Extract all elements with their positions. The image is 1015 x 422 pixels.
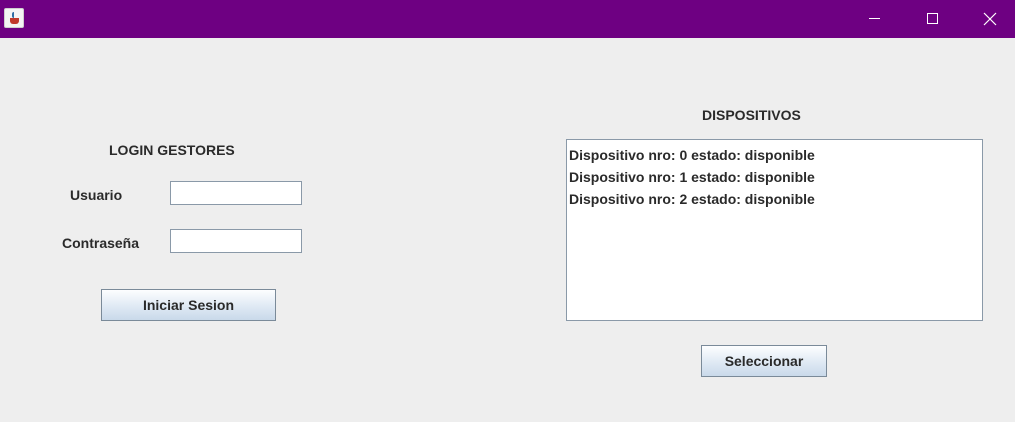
password-field[interactable] — [170, 229, 302, 253]
java-cup-icon[interactable] — [4, 8, 24, 28]
title-bar[interactable] — [0, 0, 1015, 38]
devices-heading: DISPOSITIVOS — [702, 107, 801, 123]
minimize-button[interactable] — [851, 0, 897, 38]
close-icon — [983, 12, 997, 26]
maximize-icon — [927, 13, 938, 24]
minimize-icon — [869, 18, 880, 19]
list-item[interactable]: Dispositivo nro: 2 estado: disponible — [569, 188, 980, 210]
username-label: Usuario — [70, 187, 123, 203]
list-item[interactable]: Dispositivo nro: 1 estado: disponible — [569, 166, 980, 188]
list-item[interactable]: Dispositivo nro: 0 estado: disponible — [569, 144, 980, 166]
devices-list[interactable]: Dispositivo nro: 0 estado: disponible Di… — [566, 139, 983, 321]
select-button[interactable]: Seleccionar — [701, 345, 827, 377]
login-button[interactable]: Iniciar Sesion — [101, 289, 276, 321]
username-field[interactable] — [170, 181, 302, 205]
login-heading: LOGIN GESTORES — [109, 142, 235, 158]
maximize-button[interactable] — [909, 0, 955, 38]
password-label: Contraseña — [62, 235, 140, 251]
close-button[interactable] — [967, 0, 1013, 38]
